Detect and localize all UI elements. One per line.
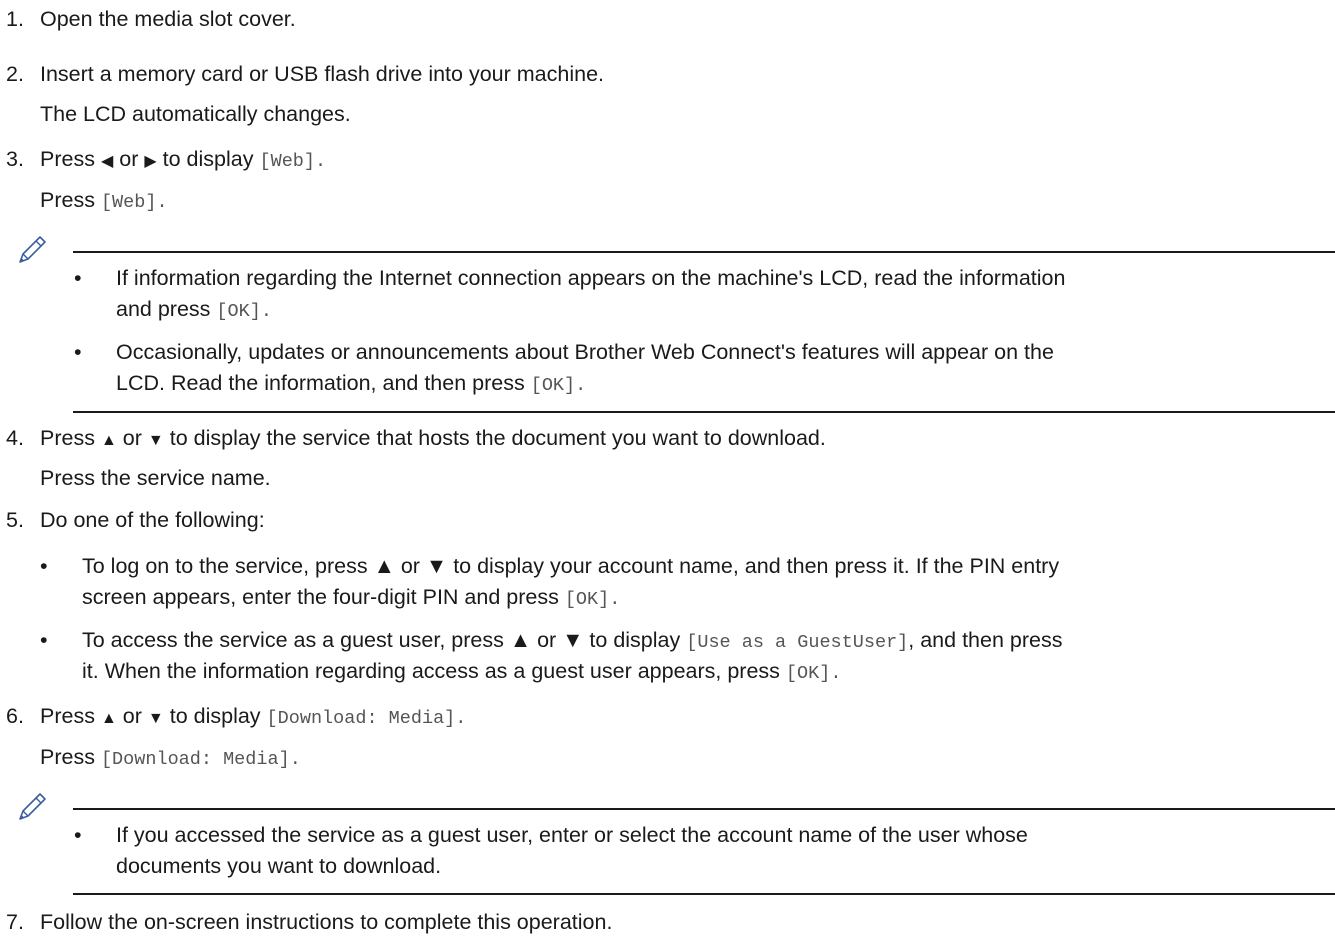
- note-text-part: and press: [116, 297, 211, 321]
- punctuation: .: [315, 151, 327, 172]
- lcd-button-label: [OK]: [530, 375, 576, 396]
- lcd-button-label: [OK]: [785, 663, 831, 684]
- punctuation: .: [830, 663, 842, 684]
- bullet: •: [74, 340, 82, 364]
- punctuation: .: [575, 375, 587, 396]
- up-arrow-icon: ▲: [100, 432, 117, 449]
- list-text-part: screen appears, enter the four-digit PIN…: [82, 585, 559, 609]
- step-number: 5.: [6, 508, 24, 532]
- pencil-note-icon: [19, 793, 46, 820]
- step-text-part: or: [119, 147, 139, 171]
- note-text: If you accessed the service as a guest u…: [116, 823, 1028, 847]
- step-text-part: Press: [40, 188, 95, 212]
- lcd-button-label: [Download: Media]: [266, 708, 456, 729]
- step-text-part: to display the service that hosts the do…: [169, 426, 826, 450]
- note-bottom-rule: [73, 411, 1335, 413]
- step-text-part: Press: [40, 426, 95, 450]
- list-item-text: To access the service as a guest user, p…: [82, 627, 1062, 656]
- pencil-note-icon: [19, 236, 46, 263]
- lcd-button-label: [Download: Media]: [100, 749, 290, 770]
- note-text: LCD. Read the information, and then pres…: [116, 370, 586, 399]
- step-text-part: Press: [40, 147, 95, 171]
- bullet: •: [40, 554, 48, 578]
- list-item-text: screen appears, enter the four-digit PIN…: [82, 584, 620, 613]
- step-subtext: The LCD automatically changes.: [40, 102, 351, 126]
- step-number: 7.: [6, 910, 24, 934]
- punctuation: .: [156, 192, 168, 213]
- step-number: 4.: [6, 426, 24, 450]
- punctuation: .: [289, 749, 301, 770]
- note-text: documents you want to download.: [116, 854, 442, 878]
- note-bottom-rule: [73, 893, 1335, 895]
- left-arrow-icon: ◀: [100, 153, 114, 170]
- step-text: Press ◀ or ▶ to display [Web].: [40, 146, 326, 175]
- lcd-button-label: [OK]: [216, 301, 261, 322]
- lcd-button-label: [Use as a GuestUser]: [686, 632, 909, 653]
- note-top-rule: [73, 808, 1335, 810]
- list-text-part: , and then press: [908, 628, 1063, 652]
- note-text: Occasionally, updates or announcements a…: [116, 340, 1054, 364]
- step-text: Press ▲ or ▼ to display the service that…: [40, 425, 826, 454]
- step-text: Follow the on-screen instructions to com…: [40, 910, 613, 934]
- step-text-part: Press: [40, 704, 95, 728]
- list-text-part: To access the service as a guest user, p…: [82, 628, 681, 652]
- list-text-part: it. When the information regarding acces…: [82, 659, 780, 683]
- step-number: 6.: [6, 704, 24, 728]
- lcd-button-label: [OK]: [564, 589, 610, 610]
- step-text-part: to display: [162, 147, 254, 171]
- down-arrow-icon: ▼: [147, 710, 164, 727]
- step-text-part: to display: [169, 704, 261, 728]
- up-arrow-icon: ▲: [100, 710, 117, 727]
- note-text-part: LCD. Read the information, and then pres…: [116, 371, 525, 395]
- note-text: and press [OK].: [116, 296, 272, 325]
- bullet: •: [40, 628, 48, 652]
- step-number: 3.: [6, 147, 24, 171]
- step-subtext: Press [Download: Media].: [40, 744, 301, 773]
- step-number: 2.: [6, 62, 24, 86]
- note-top-rule: [73, 251, 1335, 253]
- lcd-button-label: [Web]: [100, 192, 157, 213]
- step-text: Open the media slot cover.: [40, 7, 296, 31]
- step-text-part: Press: [40, 745, 95, 769]
- punctuation: .: [455, 708, 467, 729]
- right-arrow-icon: ▶: [144, 153, 157, 170]
- step-text-part: or: [122, 704, 142, 728]
- bullet: •: [74, 823, 82, 847]
- list-item-text: it. When the information regarding acces…: [82, 658, 841, 687]
- down-arrow-icon: ▼: [147, 432, 164, 449]
- step-text-part: or: [122, 426, 142, 450]
- step-subtext: Press [Web].: [40, 187, 168, 216]
- punctuation: .: [260, 301, 272, 322]
- note-text: If information regarding the Internet co…: [116, 266, 1066, 290]
- step-text: Do one of the following:: [40, 508, 265, 532]
- step-number: 1.: [6, 7, 24, 31]
- step-text: Insert a memory card or USB flash drive …: [40, 62, 604, 86]
- list-item-text: To log on to the service, press ▲ or ▼ t…: [82, 554, 1060, 578]
- lcd-button-label: [Web]: [259, 151, 315, 172]
- step-text: Press ▲ or ▼ to display [Download: Media…: [40, 703, 466, 732]
- punctuation: .: [609, 589, 621, 610]
- step-subtext: Press the service name.: [40, 466, 271, 490]
- bullet: •: [74, 266, 82, 290]
